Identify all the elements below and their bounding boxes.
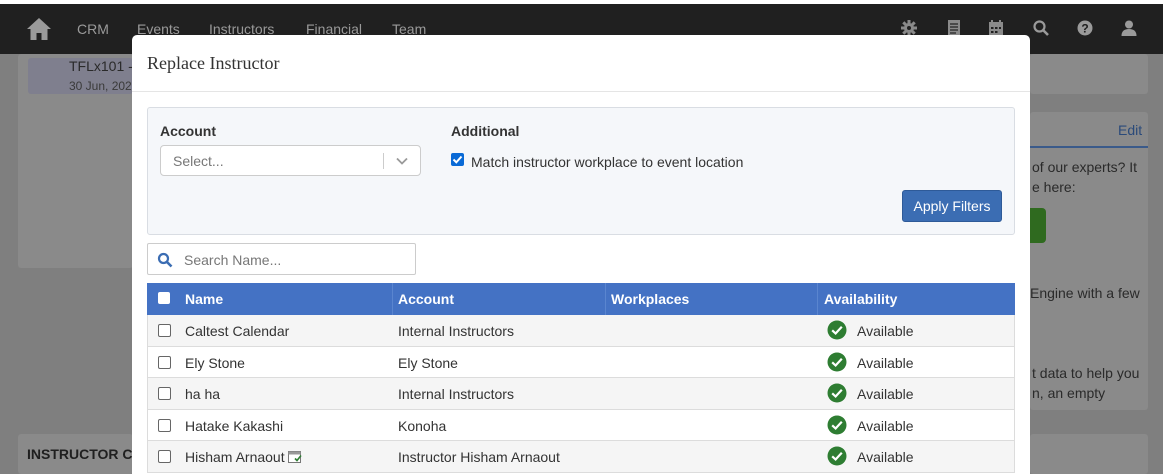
table-row[interactable]: Caltest Calendar Internal Instructors Av… xyxy=(147,315,1015,347)
row-checkbox[interactable] xyxy=(158,450,171,463)
select-all-checkbox[interactable] xyxy=(158,292,170,304)
background-event-title: TFLx101 - xyxy=(69,58,133,74)
background-panel-text-4: t data to help you xyxy=(1032,365,1140,381)
account-select-placeholder: Select... xyxy=(173,153,224,169)
search-icon xyxy=(157,252,173,268)
availability-status: Available xyxy=(857,386,914,402)
background-panel-text-2: e here: xyxy=(1032,179,1076,195)
table-row[interactable]: Hisham Arnaout Instructor Hisham Arnaout… xyxy=(147,441,1015,473)
account-select[interactable]: Select... xyxy=(160,145,421,176)
column-header-availability[interactable]: Availability xyxy=(824,291,897,307)
apply-filters-button[interactable]: Apply Filters xyxy=(902,190,1002,222)
table-row[interactable]: ha ha Internal Instructors Available xyxy=(147,378,1015,410)
help-icon[interactable]: ? xyxy=(1076,19,1094,37)
instructor-name: ha ha xyxy=(185,386,221,402)
availability-status: Available xyxy=(857,417,914,434)
row-checkbox[interactable] xyxy=(158,324,171,337)
instructor-name: Caltest Calendar xyxy=(185,323,290,339)
row-checkbox[interactable] xyxy=(158,418,171,432)
match-workplace-label[interactable]: Match instructor workplace to event loca… xyxy=(471,154,743,170)
user-icon[interactable] xyxy=(1120,19,1138,37)
replace-instructor-modal: Replace Instructor Account Select... Add… xyxy=(132,35,1030,474)
search-icon[interactable] xyxy=(1032,19,1050,37)
calendar-check-icon xyxy=(287,451,302,463)
row-checkbox[interactable] xyxy=(158,355,171,369)
filters-panel: Account Select... Additional Match instr… xyxy=(147,107,1015,235)
row-checkbox[interactable] xyxy=(158,387,171,400)
svg-text:?: ? xyxy=(1081,22,1088,36)
account-label: Account xyxy=(160,123,216,139)
select-separator xyxy=(383,153,384,169)
background-panel-tab-line xyxy=(1030,146,1148,148)
background-panel-text-5: n, an empty xyxy=(1032,385,1106,401)
background-panel-text-3: Engine with a few xyxy=(1030,285,1140,301)
column-separator xyxy=(392,283,393,315)
check-circle-icon xyxy=(827,320,847,340)
instructor-name: Hisham Arnaout xyxy=(185,449,285,465)
table-row[interactable]: Ely Stone Ely Stone Available xyxy=(147,346,1015,378)
availability-status: Available xyxy=(857,323,914,339)
background-panel-text-1: of our experts? It xyxy=(1032,159,1138,175)
match-workplace-checkbox[interactable] xyxy=(451,153,464,166)
instructor-name: Ely Stone xyxy=(185,354,245,371)
background-top-card xyxy=(1030,54,1148,94)
check-circle-icon xyxy=(827,446,847,466)
check-circle-icon xyxy=(827,352,847,371)
check-icon xyxy=(452,155,463,164)
check-circle-icon xyxy=(827,383,847,403)
column-separator xyxy=(817,283,818,315)
instructor-account: Internal Instructors xyxy=(398,386,514,402)
instructor-name-cell: Hisham Arnaout xyxy=(185,449,302,465)
background-bottom-right-card xyxy=(1030,434,1148,474)
instructor-name: Hatake Kakashi xyxy=(185,417,284,434)
additional-label: Additional xyxy=(451,123,520,139)
availability-status: Available xyxy=(857,354,914,371)
column-separator xyxy=(605,283,606,315)
chevron-down-icon[interactable] xyxy=(395,154,409,168)
modal-title: Replace Instructor xyxy=(147,53,280,73)
nav-crm[interactable]: CRM xyxy=(77,21,109,37)
home-icon[interactable] xyxy=(26,17,52,41)
column-header-account[interactable]: Account xyxy=(398,291,454,307)
search-name-input[interactable] xyxy=(184,250,409,270)
column-header-name[interactable]: Name xyxy=(185,291,223,307)
modal-divider xyxy=(132,91,1030,92)
background-section-heading: INSTRUCTOR CO xyxy=(27,446,144,462)
table-header: Name Account Workplaces Availability xyxy=(147,283,1015,315)
instructor-account: Instructor Hisham Arnaout xyxy=(398,449,560,465)
instructor-table: Name Account Workplaces Availability Cal… xyxy=(147,283,1015,473)
column-header-workplaces[interactable]: Workplaces xyxy=(611,291,689,307)
background-event-date: 30 Jun, 202 xyxy=(69,79,132,93)
table-row[interactable]: Hatake Kakashi Konoha Available xyxy=(147,409,1015,441)
check-circle-icon xyxy=(827,415,847,434)
search-name-field[interactable] xyxy=(147,243,416,275)
instructor-account: Ely Stone xyxy=(398,354,458,371)
instructor-account: Internal Instructors xyxy=(398,323,514,339)
instructor-account: Konoha xyxy=(398,417,447,434)
availability-status: Available xyxy=(857,449,914,465)
table-body: Caltest Calendar Internal Instructors Av… xyxy=(147,315,1015,473)
background-edit-link: Edit xyxy=(1118,122,1143,138)
